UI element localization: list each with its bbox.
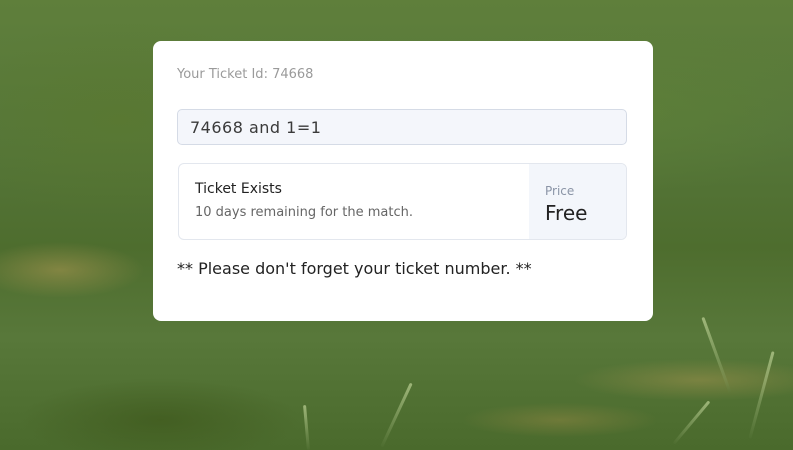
ticket-status-section: Ticket Exists 10 days remaining for the … [179, 164, 529, 239]
grass-blade [672, 400, 711, 445]
reminder-note: ** Please don't forget your ticket numbe… [177, 259, 532, 278]
ticket-number-input[interactable] [177, 109, 627, 145]
price-value: Free [545, 201, 588, 225]
price-section: Price Free [529, 164, 626, 239]
ticket-result-panel: Ticket Exists 10 days remaining for the … [178, 163, 627, 240]
grass-blade [701, 316, 732, 394]
price-label: Price [545, 184, 575, 198]
grass-blade [303, 404, 310, 450]
grass-blade [748, 351, 775, 439]
ticket-card: Your Ticket Id: 74668 Ticket Exists 10 d… [153, 41, 653, 321]
ticket-status-title: Ticket Exists [195, 181, 282, 197]
ticket-id-label: Your Ticket Id: 74668 [177, 67, 314, 82]
grass-blade [380, 382, 413, 448]
ticket-status-subtitle: 10 days remaining for the match. [195, 205, 413, 220]
